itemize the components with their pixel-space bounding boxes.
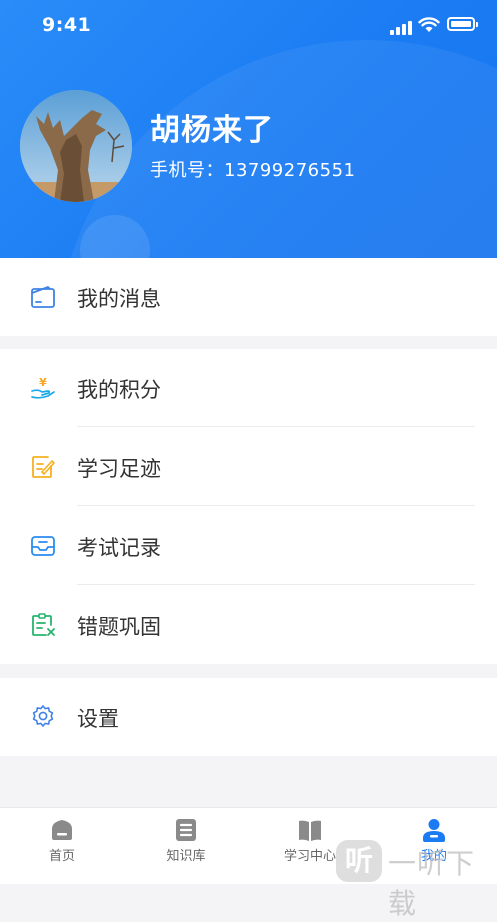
points-coin-icon: ¥ xyxy=(31,376,55,399)
menu-label-mistakes: 错题巩固 xyxy=(77,615,161,639)
avatar[interactable] xyxy=(20,90,132,202)
document-list-icon xyxy=(176,819,196,841)
wallet-icon xyxy=(31,286,55,308)
divider xyxy=(77,584,475,585)
inbox-record-icon xyxy=(31,536,55,556)
divider xyxy=(77,505,475,506)
tab-label-home: 首页 xyxy=(48,849,75,864)
menu-item-mistakes[interactable]: 错题巩固 xyxy=(0,586,497,664)
menu-label-settings: 设置 xyxy=(77,707,119,731)
settings-section: 设置 xyxy=(0,678,497,756)
menu-item-messages[interactable]: 我的消息 xyxy=(0,258,497,336)
home-icon xyxy=(52,820,72,840)
menu-item-settings[interactable]: 设置 xyxy=(0,678,497,756)
menu-item-exams[interactable]: 考试记录 xyxy=(0,507,497,585)
status-bar: 9:41 xyxy=(0,0,497,54)
clipboard-x-icon xyxy=(32,613,55,636)
menu-label-exams: 考试记录 xyxy=(77,536,161,560)
user-profile-icon xyxy=(423,819,445,842)
watermark-text: 一听下载 xyxy=(388,847,476,920)
wifi-icon xyxy=(418,17,440,32)
profile-header: 9:41 胡杨来了 手机号：13799276551 xyxy=(0,0,497,258)
tab-home[interactable]: 首页 xyxy=(0,808,124,884)
open-book-icon xyxy=(299,820,321,841)
messages-section: 我的消息 xyxy=(0,258,497,336)
user-name: 胡杨来了 xyxy=(150,113,274,148)
tab-label-knowledge: 知识库 xyxy=(166,849,206,864)
signal-icon xyxy=(390,19,412,35)
learning-section: ¥ 我的积分 学习足迹 考试记录 错题巩固 xyxy=(0,349,497,664)
menu-item-footprints[interactable]: 学习足迹 xyxy=(0,428,497,506)
gear-icon xyxy=(32,705,54,727)
divider xyxy=(77,426,475,427)
menu-label-messages: 我的消息 xyxy=(77,287,161,311)
menu-label-footprints: 学习足迹 xyxy=(77,457,161,481)
svg-text:¥: ¥ xyxy=(39,376,47,389)
tab-knowledge[interactable]: 知识库 xyxy=(124,808,248,884)
user-phone: 手机号：13799276551 xyxy=(150,160,356,181)
edit-note-icon xyxy=(32,456,55,478)
watermark-logo: 听 xyxy=(336,840,382,882)
status-time: 9:41 xyxy=(42,14,92,36)
battery-icon xyxy=(447,17,478,31)
menu-item-points[interactable]: ¥ 我的积分 xyxy=(0,349,497,427)
menu-label-points: 我的积分 xyxy=(77,378,161,402)
